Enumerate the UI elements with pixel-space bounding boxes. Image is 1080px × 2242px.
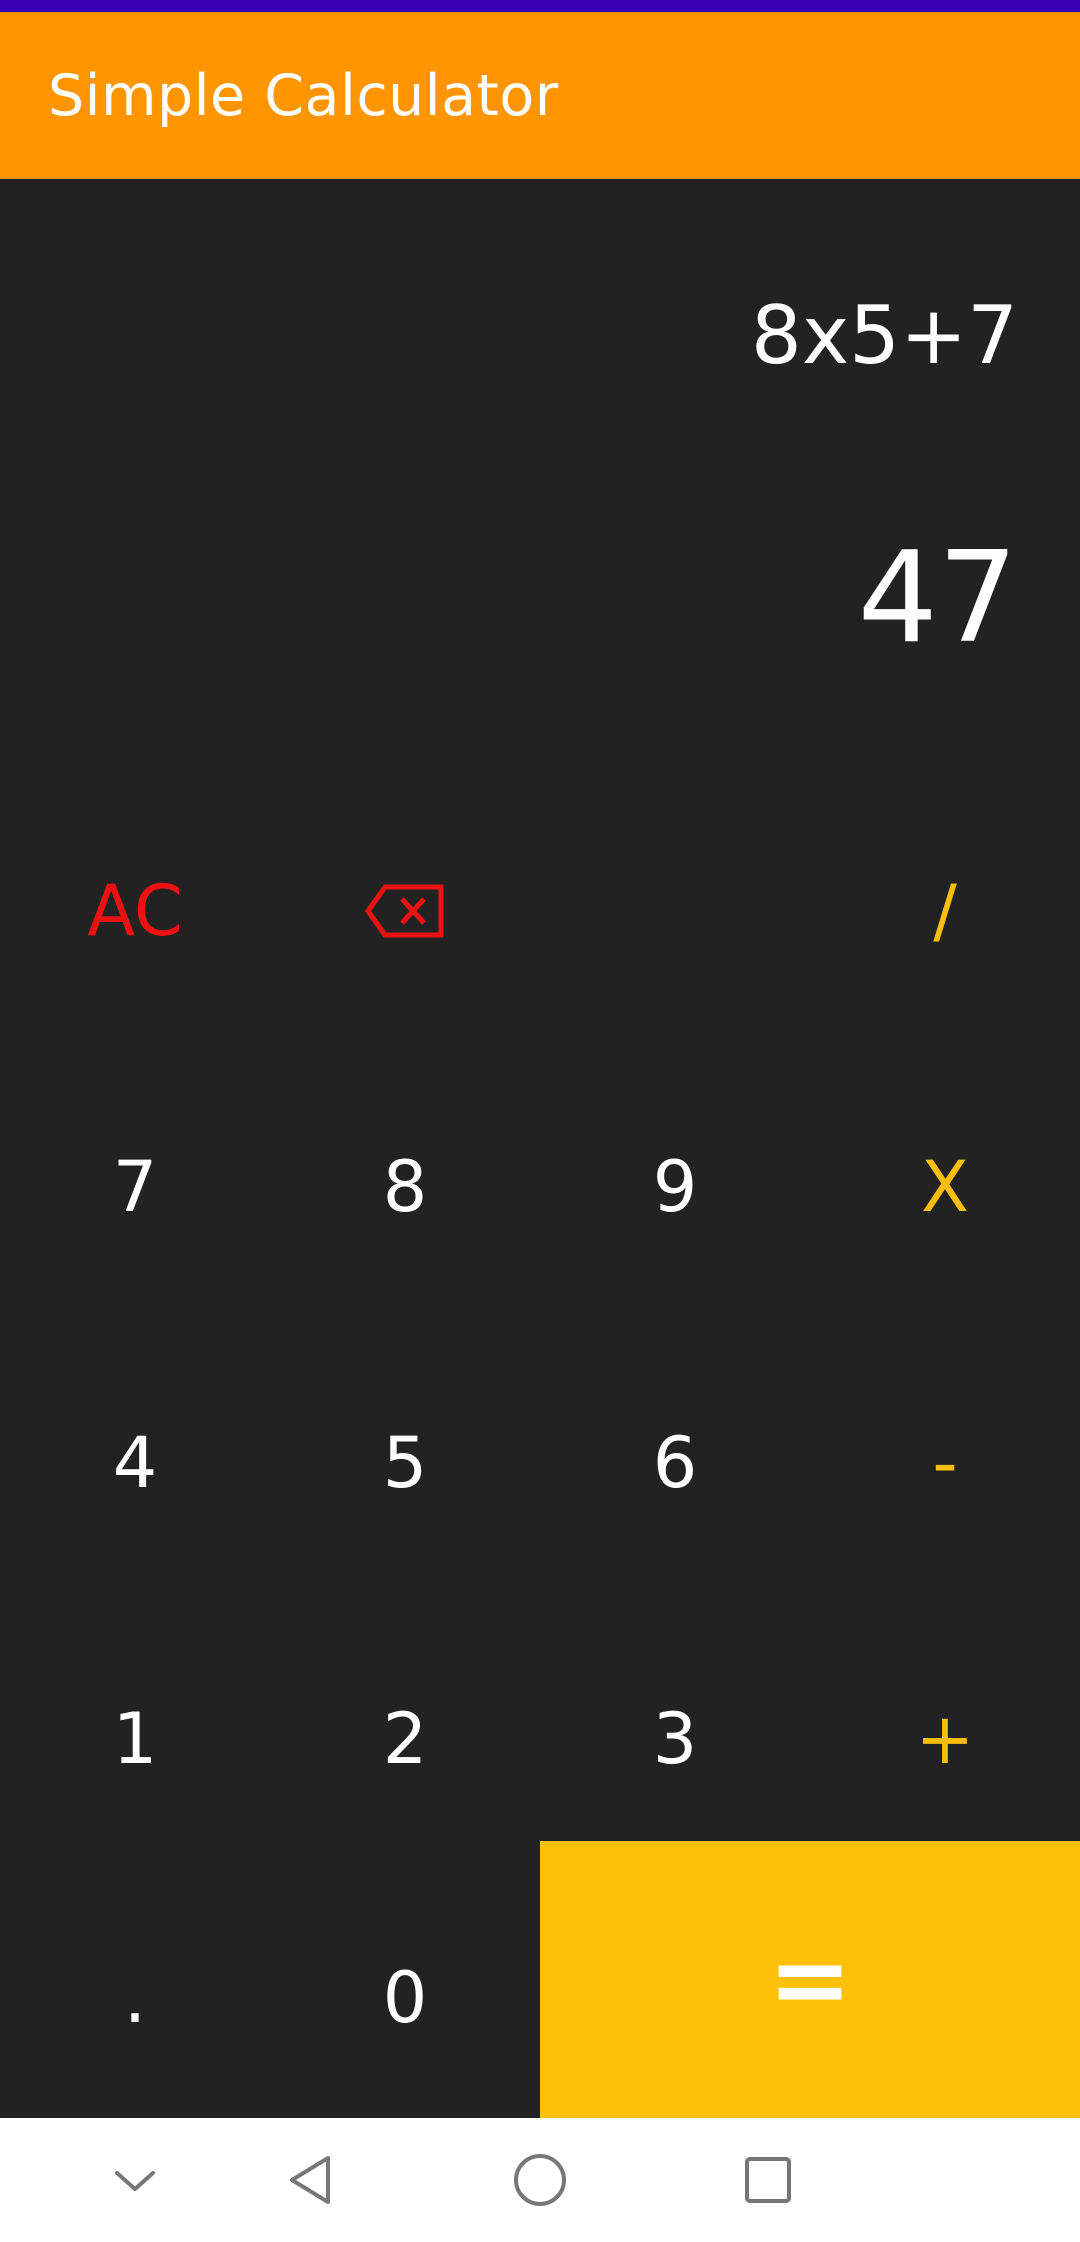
status-bar	[0, 0, 1080, 12]
navigation-bar	[0, 2118, 1080, 2242]
digit-7-button[interactable]: 7	[0, 1049, 270, 1325]
digit-8-button[interactable]: 8	[270, 1049, 540, 1325]
divide-button[interactable]: /	[810, 773, 1080, 1049]
backspace-icon	[365, 884, 444, 938]
back-icon	[290, 2156, 330, 2204]
collapse-button[interactable]	[75, 2118, 195, 2242]
calculator-display: 8x5+7 47	[0, 179, 1080, 773]
equals-button[interactable]: =	[540, 1841, 1080, 2118]
home-icon	[514, 2154, 566, 2206]
minus-button[interactable]: -	[810, 1325, 1080, 1601]
multiply-button[interactable]: X	[810, 1049, 1080, 1325]
digit-5-button[interactable]: 5	[270, 1325, 540, 1601]
decimal-button[interactable]: .	[0, 1877, 270, 2118]
result-text: 47	[857, 524, 1018, 671]
digit-0-button[interactable]: 0	[270, 1877, 540, 2118]
plus-button[interactable]: +	[810, 1601, 1080, 1877]
collapse-icon	[115, 2171, 155, 2191]
digit-9-button[interactable]: 9	[540, 1049, 810, 1325]
digit-2-button[interactable]: 2	[270, 1601, 540, 1877]
digit-4-button[interactable]: 4	[0, 1325, 270, 1601]
digit-6-button[interactable]: 6	[540, 1325, 810, 1601]
recents-button[interactable]	[708, 2118, 828, 2242]
digit-1-button[interactable]: 1	[0, 1601, 270, 1877]
expression-text: 8x5+7	[750, 289, 1018, 382]
backspace-button[interactable]	[270, 773, 540, 1049]
digit-3-button[interactable]: 3	[540, 1601, 810, 1877]
app-bar: Simple Calculator	[0, 12, 1080, 179]
back-button[interactable]	[250, 2118, 370, 2242]
recents-icon	[745, 2157, 791, 2203]
app-title: Simple Calculator	[48, 62, 559, 129]
home-button[interactable]	[480, 2118, 600, 2242]
clear-button[interactable]: AC	[0, 773, 270, 1049]
keypad: AC / 7 8 9 X 4 5 6 - 1 2 3 + . 0 =	[0, 773, 1080, 2118]
